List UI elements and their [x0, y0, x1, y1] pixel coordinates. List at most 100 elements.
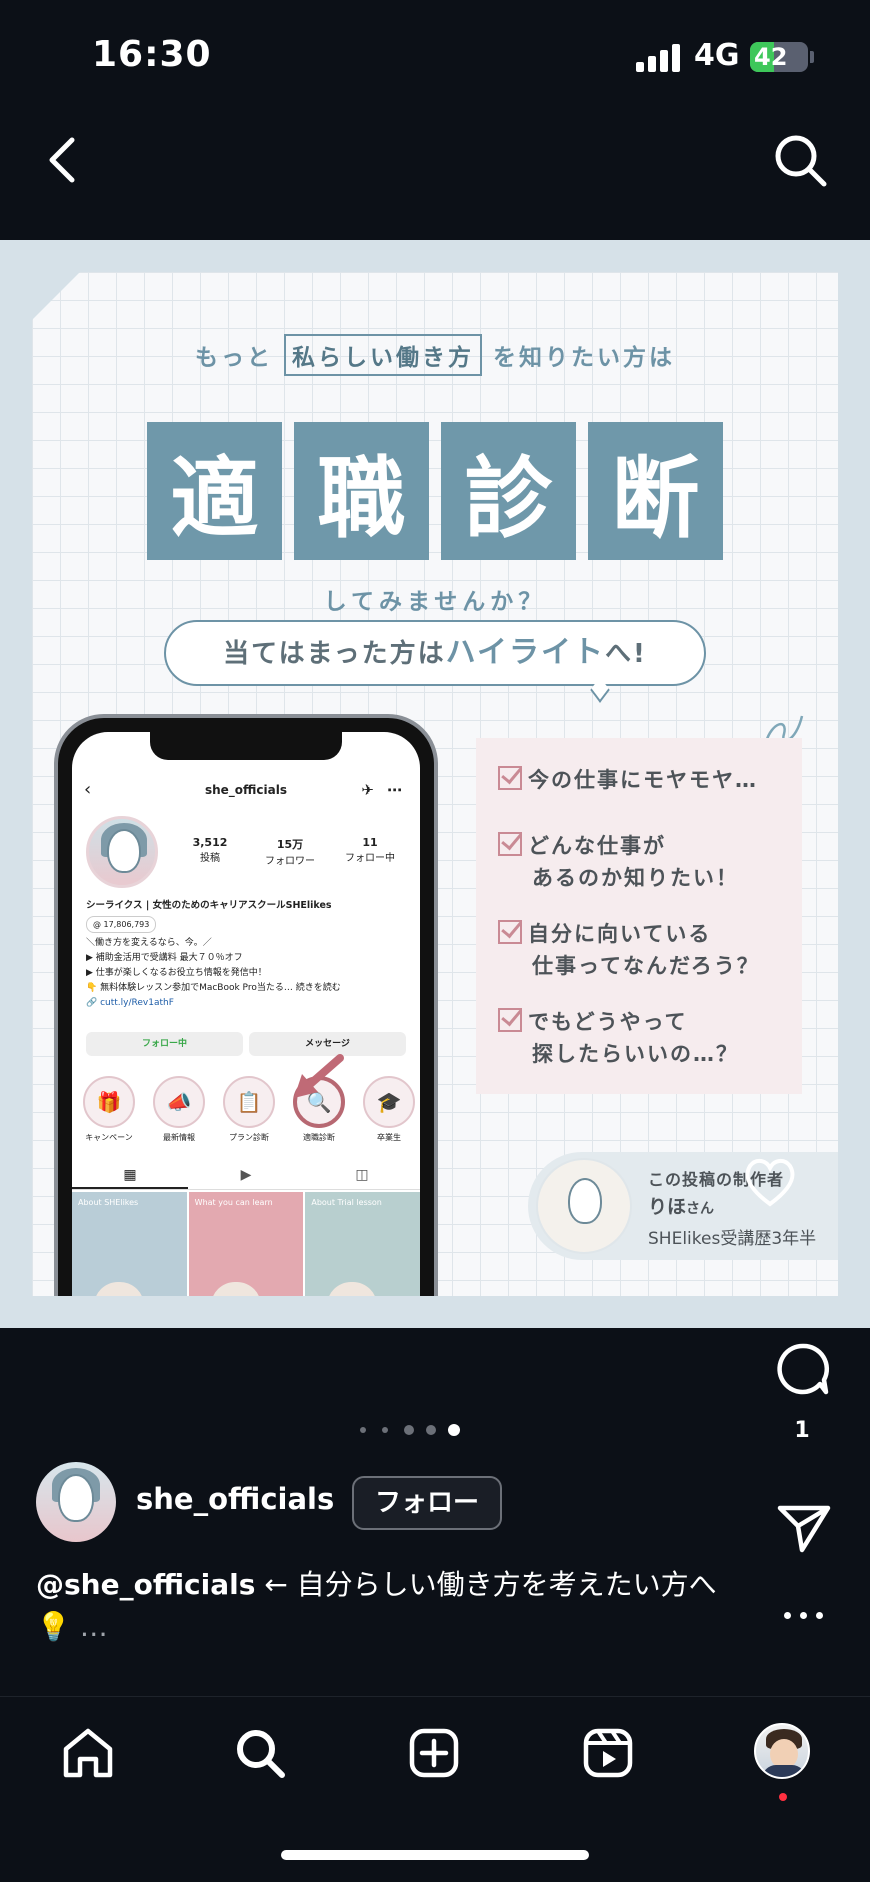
mock-highlights: 🎁 キャンペーン 📣 最新情報 📋 プラン診断 🔍 適職診断 🎓 卒業生: [78, 1076, 420, 1143]
mock-username: she_officials: [204, 783, 288, 797]
carousel-dot: [426, 1425, 436, 1435]
share-icon[interactable]: [776, 1500, 832, 1556]
mock-bio-line: 👇 無料体験レッスン参加でMacBook Pro当たる… 続きを読む: [86, 983, 341, 993]
post-title: 適 職 診 断: [147, 422, 723, 560]
post-author: she_officials フォロー: [36, 1462, 596, 1544]
title-char: 断: [588, 422, 723, 560]
caption-more[interactable]: …: [71, 1610, 108, 1643]
title-char: 診: [441, 422, 576, 560]
mock-buttons: フォロー中 メッセージ: [86, 1032, 406, 1056]
more-options-icon[interactable]: [784, 1610, 824, 1622]
lead-boxed: 私らしい働き方: [284, 334, 482, 376]
follow-button[interactable]: フォロー: [352, 1476, 502, 1530]
reels-icon: ▶: [240, 1167, 252, 1183]
checkbox-checked-icon: [498, 920, 522, 944]
battery-tip: [810, 51, 814, 63]
maker-avatar: [536, 1158, 632, 1254]
title-char: 職: [294, 422, 429, 560]
home-indicator: [281, 1850, 589, 1860]
mock-stats: 3,512 投稿 15万 フォロワー 11 フォロー中: [170, 836, 410, 867]
bubble-highlight: ハイライト: [445, 635, 605, 670]
checkbox-checked-icon: [498, 1008, 522, 1032]
lead-text: もっと 私らしい働き方 を知りたい方は: [32, 334, 838, 376]
mock-bio-name: シーライクス | 女性のためのキャリアスクールSHElikes: [86, 900, 332, 911]
like-heart-icon[interactable]: [740, 1154, 800, 1210]
checkbox-checked-icon: [498, 832, 522, 856]
signal-icon: [636, 44, 682, 72]
maker-role: SHElikes受講歴3年半: [648, 1229, 817, 1249]
mock-highlight: 📋 プラン診断: [218, 1076, 280, 1143]
author-name[interactable]: she_officials: [136, 1482, 334, 1516]
carousel-indicator: [360, 1420, 472, 1440]
post-card: もっと 私らしい働き方 を知りたい方は 適 職 診 断 してみませんか？ 当ては…: [32, 272, 838, 1296]
tagged-icon: ◫: [355, 1167, 369, 1183]
threads-pill: @ 17,806,793: [86, 916, 157, 933]
mock-avatar: [86, 816, 158, 888]
battery-icon: 42: [750, 42, 808, 72]
title-char: 適: [147, 422, 282, 560]
post-caption[interactable]: @she_officials ← 自分らしい働き方を考えたい方へ💡 …: [36, 1564, 736, 1648]
profile-avatar[interactable]: [754, 1723, 810, 1779]
mock-header: ‹ she_officials ✈ ⋯: [72, 776, 420, 804]
checklist: 今の仕事にモヤモヤ… どんな仕事が あるのか知りたい！ 自分に向いている 仕事ってな…: [476, 738, 802, 1094]
checklist-item: どんな仕事が あるのか知りたい！: [498, 830, 739, 894]
bubble-post: へ!: [605, 639, 647, 669]
gift-icon: 🎁: [83, 1076, 135, 1128]
reels-icon[interactable]: [580, 1725, 636, 1781]
megaphone-icon: 📣: [153, 1076, 205, 1128]
mock-stat: 15万 フォロワー: [265, 838, 315, 867]
create-post-icon[interactable]: [406, 1725, 462, 1781]
lead-post: を知りたい方は: [493, 345, 676, 371]
explore-search-icon[interactable]: [232, 1725, 288, 1781]
mock-grid-post: What you can learn: [188, 1192, 304, 1296]
mock-highlight: 🎓 卒業生: [358, 1076, 420, 1143]
post-image[interactable]: もっと 私らしい働き方 を知りたい方は 適 職 診 断 してみませんか？ 当ては…: [0, 240, 870, 1328]
lead-pre: もっと: [194, 345, 273, 371]
home-icon[interactable]: [60, 1725, 116, 1781]
comment-count: 1: [794, 1418, 810, 1443]
mock-highlight: 📣 最新情報: [148, 1076, 210, 1143]
mock-tabs: ▦ ▶ ◫: [72, 1160, 420, 1190]
checklist-item: でもどうやって 探したらいいの…？: [498, 1006, 739, 1070]
carousel-dot-active: [448, 1424, 460, 1436]
clipboard-icon: 📋: [223, 1076, 275, 1128]
mock-grid-post: About Trial lesson: [305, 1192, 420, 1296]
card-corner: [32, 272, 80, 320]
top-nav: [0, 120, 870, 200]
graduation-cap-icon: 🎓: [363, 1076, 415, 1128]
checkbox-checked-icon: [498, 766, 522, 790]
carousel-dot: [382, 1427, 388, 1433]
maker-name: りほさん: [648, 1196, 715, 1218]
battery-level: 42: [754, 43, 788, 71]
mock-stat: 3,512 投稿: [192, 836, 228, 864]
post-subtitle: してみませんか？: [323, 589, 547, 615]
mock-send-icon: ✈: [361, 781, 374, 799]
mock-stat: 11 フォロー中: [345, 836, 395, 864]
phone-notch: [150, 732, 342, 760]
bubble-pre: 当てはまった方は: [223, 639, 446, 669]
carousel-dot: [404, 1425, 414, 1435]
mock-bio-line: ＼働き方を変えるなら、今。／: [86, 938, 212, 948]
network-type: 4G: [694, 38, 740, 73]
search-icon[interactable]: [770, 130, 830, 190]
carousel-dot: [360, 1427, 366, 1433]
grid-icon: ▦: [72, 1160, 188, 1189]
mock-more-icon: ⋯: [387, 781, 402, 799]
phone-screen: ‹ she_officials ✈ ⋯ 3,512 投稿 15万 フォロワー 11 フ…: [72, 732, 420, 1296]
speech-bubble: 当てはまった方はハイライトへ!: [164, 620, 706, 686]
pointer-arrow-icon: [294, 1054, 344, 1098]
mock-bio-line: ▶ 仕事が楽しくなるお役立ち情報を発信中！: [86, 968, 267, 978]
notification-dot: [779, 1793, 787, 1801]
author-avatar[interactable]: [36, 1462, 116, 1542]
caption-handle[interactable]: @she_officials: [36, 1568, 255, 1601]
back-icon[interactable]: [38, 132, 88, 188]
phone-mockup: ‹ she_officials ✈ ⋯ 3,512 投稿 15万 フォロワー 11 フ…: [54, 714, 438, 1296]
checklist-item: 自分に向いている 仕事ってなんだろう？: [498, 918, 760, 982]
comment-icon[interactable]: [774, 1340, 832, 1398]
mock-highlight: 🎁 キャンペーン: [78, 1076, 140, 1143]
mock-bio-line: ▶ 補助金活用で受講料 最大７０％オフ: [86, 953, 243, 963]
status-bar: 16:30 4G 42: [0, 0, 870, 110]
mock-bio: シーライクス | 女性のためのキャリアスクールSHElikes @ 17,806…: [86, 898, 416, 1011]
mock-following-button: フォロー中: [86, 1032, 243, 1056]
checklist-item: 今の仕事にモヤモヤ…: [498, 764, 758, 796]
